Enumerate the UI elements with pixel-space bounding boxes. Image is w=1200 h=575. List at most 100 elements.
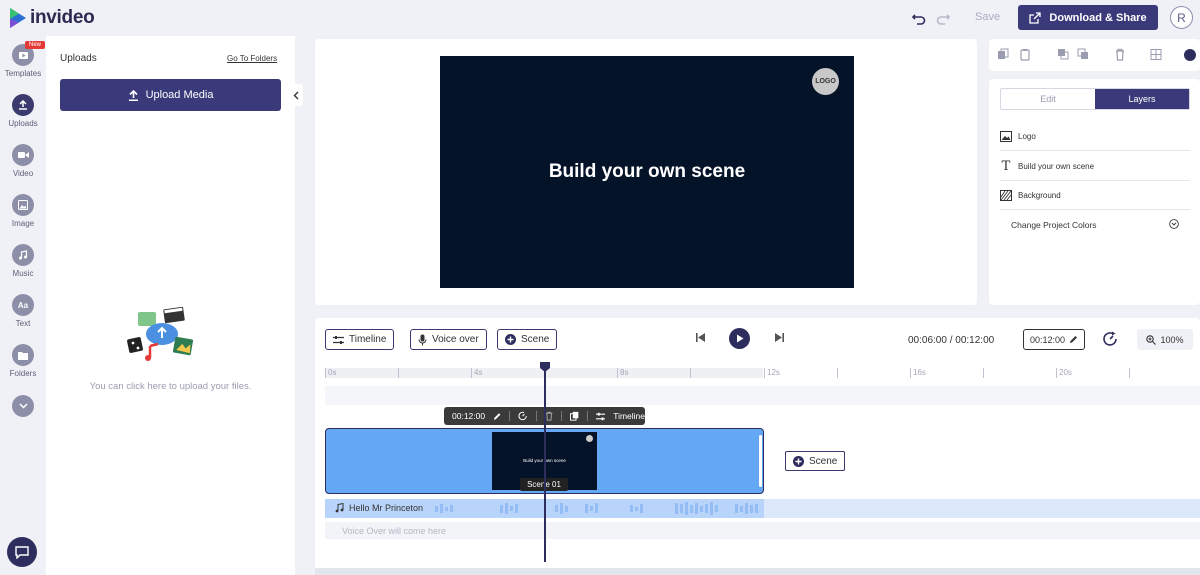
app-logo[interactable]: invideo [10,7,95,29]
tab-layers[interactable]: Layers [1095,89,1189,109]
audio-track[interactable]: Hello Mr Princeton [325,499,1200,518]
ruler-tick-minor [398,368,401,378]
left-nav: Templates New Uploads Video Image Music … [0,36,46,575]
nav-folders[interactable]: Folders [0,344,46,378]
play-preview-icon[interactable] [1184,49,1196,61]
folder-icon [12,344,34,366]
clip-resize-handle[interactable] [759,435,762,487]
chevron-down-icon [12,395,34,417]
tab-edit[interactable]: Edit [1001,89,1095,109]
play-icon [736,334,743,343]
chat-button[interactable] [7,537,37,567]
sliders-icon [333,335,344,344]
background-icon [1000,189,1012,201]
scene-preview[interactable]: LOGO Build your own scene [440,56,854,288]
chat-icon [15,546,29,559]
nav-label-music: Music [12,269,34,278]
divider [587,411,588,421]
upload-media-button[interactable]: Upload Media [60,79,281,111]
ruler-tick: 12s [764,368,780,378]
paste-icon[interactable] [1019,48,1031,61]
audio-waveform [435,502,758,515]
grid-icon[interactable] [1150,48,1162,61]
music-icon [12,244,34,266]
empty-track [325,386,1200,405]
layer-row-logo[interactable]: Logo [1000,122,1190,151]
voice-over-track[interactable]: Voice Over will come here [325,522,1200,539]
nav-label-folders: Folders [9,369,37,378]
top-bar: invideo Save Download & Share R [0,0,1200,36]
duplicate-icon[interactable] [569,411,579,421]
layer-row-background[interactable]: Background [1000,181,1190,210]
layer-row-text[interactable]: T Build your own scene [1000,152,1190,181]
add-scene-track-button[interactable]: Scene [785,451,846,471]
chevron-left-icon [293,91,299,99]
duplicate-icon[interactable] [997,48,1009,61]
play-button[interactable] [729,328,750,349]
duration-field[interactable]: 00:12:00 [1023,329,1085,350]
change-project-colors[interactable]: Change Project Colors [1011,220,1097,230]
delete-icon[interactable] [1114,48,1126,61]
go-to-folders-link[interactable]: Go To Folders [227,54,277,63]
text-glyph: Aa [17,300,29,310]
image-icon [1000,130,1012,142]
element-toolbar [989,39,1200,71]
new-badge: New [25,41,46,49]
horizontal-scrollbar[interactable] [315,568,1200,575]
nav-uploads[interactable]: Uploads [0,94,46,128]
time-display: 00:06:00 / 00:12:00 [908,335,994,346]
voice-over-placeholder: Voice Over will come here [342,526,447,536]
ruler-tick-minor [983,368,986,378]
zoom-control[interactable]: 100% [1137,329,1193,350]
bring-forward-icon[interactable] [1057,48,1069,61]
nav-templates[interactable]: Templates [0,44,46,78]
pencil-icon [1070,336,1078,343]
upload-media-label: Upload Media [145,89,214,101]
pencil-icon[interactable] [493,412,501,421]
voice-over-button[interactable]: Voice over [410,329,487,350]
download-share-button[interactable]: Download & Share [1018,5,1158,30]
upload-illustration[interactable] [124,306,204,366]
text-icon: Aa [12,294,34,316]
divider [509,411,511,421]
playhead[interactable] [544,362,546,562]
nav-image[interactable]: Image [0,194,46,228]
send-backward-icon[interactable] [1077,48,1089,61]
nav-music[interactable]: Music [0,244,46,278]
save-button[interactable]: Save [975,11,1000,23]
nav-text[interactable]: Aa Text [0,294,46,328]
timeline-ruler[interactable]: 0s 4s 8s 12s 16s 20s [325,368,1200,380]
scene-logo[interactable]: LOGO [812,68,839,95]
divider [535,411,537,421]
nav-more[interactable] [0,395,46,417]
plus-circle-icon [505,334,516,345]
image-icon [12,194,34,216]
undo-icon[interactable] [910,9,928,27]
chevron-down-icon[interactable] [1169,219,1179,229]
microphone-icon [418,334,427,345]
scene-duration[interactable]: 00:12:00 [452,411,485,421]
nav-label-image: Image [11,219,35,228]
redo-icon[interactable] [934,9,952,27]
panel-tabs: Edit Layers [1000,88,1190,110]
scene-title-text[interactable]: Build your own scene [440,161,854,183]
speed-icon[interactable] [1102,331,1118,347]
app-name: invideo [30,7,95,28]
time-separator: / [949,335,953,346]
uploads-panel: Uploads Go To Folders Upload Media You c… [46,36,295,575]
download-share-label: Download & Share [1049,11,1147,24]
collapse-panel-button[interactable] [289,84,303,106]
layer-label: Build your own scene [1018,161,1095,171]
timeline-button[interactable]: Timeline [325,329,395,350]
user-avatar[interactable]: R [1170,6,1193,29]
add-scene-button[interactable]: Scene [497,329,558,350]
ruler-tick: 16s [910,368,926,378]
nav-video[interactable]: Video [0,144,46,178]
skip-back-icon[interactable] [695,332,706,343]
ruler-tick: 8s [617,368,628,378]
scene-timeline-label[interactable]: Timeline [613,411,645,421]
speed-icon[interactable] [518,411,528,421]
zoom-value: 100% [1160,334,1184,345]
upload-hint[interactable]: You can click here to upload your files. [46,381,295,392]
skip-forward-icon[interactable] [774,332,785,343]
